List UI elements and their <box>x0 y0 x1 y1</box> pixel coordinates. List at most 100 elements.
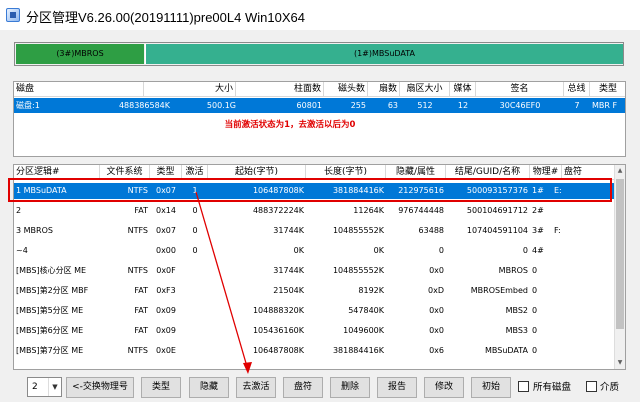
partition-cell-length: 11264K <box>353 206 384 215</box>
col-header-bus[interactable]: 总线 <box>564 82 590 97</box>
title-bar: 分区管理V6.26.00(20191111)pre00L4 Win10X64 <box>0 0 640 30</box>
partition-cell-fs: NTFS <box>127 226 148 235</box>
disk-cell-size-g: 500.1G <box>206 101 236 110</box>
drive-letter-button[interactable]: 盘符 <box>283 377 323 398</box>
partition-cell-phys: 0 <box>532 286 538 295</box>
partition-cell-active: 1 <box>192 186 198 195</box>
col-header-cylinders[interactable]: 柱面数 <box>236 82 324 97</box>
partition-row[interactable]: [MBS]第5分区 ME FAT 0x09 104888320K 547840K 0x0 M… <box>14 303 625 319</box>
partition-cell-end: 0 <box>522 246 528 255</box>
partition-cell-active: 0 <box>192 246 198 255</box>
col-header-size[interactable]: 大小 <box>144 82 236 97</box>
partition-cell-fs <box>100 243 150 259</box>
col-header-partition[interactable]: 分区逻辑# <box>14 165 100 180</box>
col-header-type[interactable]: 类型 <box>590 82 625 97</box>
disk-cell-sector-size: 512 <box>417 101 433 110</box>
type-button[interactable]: 类型 <box>141 377 181 398</box>
partition-row[interactable]: [MBS]第2分区 MBF FAT 0xF3 21504K 8192K 0xD MBROSE… <box>14 283 625 299</box>
media-label: 介质 <box>600 382 620 393</box>
scroll-down-icon[interactable]: ▼ <box>615 357 625 369</box>
all-disks-label: 所有磁盘 <box>533 382 572 393</box>
partition-cell-hidden: 0x0 <box>429 266 444 275</box>
modify-button[interactable]: 修改 <box>424 377 464 398</box>
partition-cell-phys: 2# <box>532 206 544 215</box>
partition-row[interactable]: [MBS]第7分区 ME NTFS 0x0E 106487808K 381884416K… <box>14 343 625 359</box>
disk-cell-name: 磁盘:1 <box>16 101 40 110</box>
col-header-hidden[interactable]: 隐藏/属性 <box>386 165 446 180</box>
partition-segment-mbsudata[interactable]: (1#)MBSuDATA <box>146 44 623 64</box>
partition-cell-length: 0K <box>373 246 384 255</box>
col-header-sector-size[interactable]: 扇区大小 <box>400 82 450 97</box>
partition-cell-hidden: 212975616 <box>398 186 444 195</box>
partition-row[interactable]: [MBS]第6分区 ME FAT 0x09 105436160K 1049600K 0x0… <box>14 323 625 339</box>
partition-cell-length: 104855552K <box>332 266 384 275</box>
col-header-signature[interactable]: 签名 <box>476 82 564 97</box>
partition-cell-fs: NTFS <box>127 346 148 355</box>
partition-scrollbar[interactable]: ▲ ▼ <box>614 165 625 369</box>
col-header-sectors[interactable]: 扇数 <box>368 82 400 97</box>
col-header-disk[interactable]: 磁盘 <box>14 82 144 97</box>
disk-select[interactable]: 2 ▼ <box>27 377 62 397</box>
partition-row[interactable]: 2 FAT 0x14 0 488372224K 11264K 976744448 500104… <box>14 203 625 219</box>
deactivate-button[interactable]: 去激活 <box>236 377 276 398</box>
col-header-ptype[interactable]: 类型 <box>150 165 182 180</box>
hide-button[interactable]: 隐藏 <box>189 377 229 398</box>
col-header-active[interactable]: 激活 <box>182 165 208 180</box>
partition-cell-phys: 0 <box>532 266 538 275</box>
col-header-drive[interactable]: 盘符 <box>562 165 616 180</box>
col-header-end[interactable]: 结尾/GUID/名称 <box>446 165 530 180</box>
partition-cell-drive: E: <box>554 186 562 195</box>
partition-cell-phys: 0 <box>532 326 538 335</box>
partition-cell-length: 547840K <box>348 306 384 315</box>
scroll-up-icon[interactable]: ▲ <box>615 165 625 177</box>
partition-cell-name: 1 MBSuDATA <box>16 186 67 195</box>
annotation-message: 当前激活状态为1，去激活以后为0 <box>224 120 356 130</box>
partition-cell-length: 104855552K <box>332 226 384 235</box>
partition-table-header: 分区逻辑# 文件系统 类型 激活 起始(字节) 长度(字节) 隐藏/属性 结尾/… <box>14 165 625 180</box>
partition-cell-type: 0x0F <box>156 266 176 275</box>
partition-cell-end: MBROS <box>498 266 528 275</box>
partition-cell-name: 3 MBROS <box>16 226 53 235</box>
partition-row[interactable]: 1 MBSuDATA NTFS 0x07 1 106487808K 381884416K 2… <box>14 183 625 199</box>
partition-cell-drive <box>552 303 606 319</box>
col-header-length[interactable]: 长度(字节) <box>306 165 386 180</box>
partition-cell-type: 0x09 <box>155 326 176 335</box>
disk-table-header: 磁盘 大小 柱面数 磁头数 扇数 扇区大小 媒体 签名 总线 类型 <box>14 82 625 97</box>
scroll-thumb[interactable] <box>616 179 624 329</box>
col-header-start[interactable]: 起始(字节) <box>208 165 306 180</box>
disk-cell-size-k: 488386584K <box>118 101 170 110</box>
partition-cell-hidden: 0x0 <box>429 306 444 315</box>
delete-button[interactable]: 删除 <box>330 377 370 398</box>
partition-cell-type: 0xF3 <box>156 286 176 295</box>
col-header-filesystem[interactable]: 文件系统 <box>100 165 150 180</box>
chevron-down-icon[interactable]: ▼ <box>48 378 61 396</box>
partition-cell-end: MBS3 <box>505 326 528 335</box>
partition-segment-mbros[interactable]: (3#)MBROS <box>16 44 147 64</box>
partition-row[interactable]: ~4 0x00 0 0K 0K 0 0 4# <box>14 243 625 259</box>
toolbar: 2 ▼ <-交换物理号 类型 隐藏 去激活 盘符 删除 报告 修改 初始 所有磁… <box>0 376 640 400</box>
all-disks-checkbox[interactable] <box>518 381 529 392</box>
partition-cell-hidden: 976744448 <box>398 206 444 215</box>
partition-cell-start: 105436160K <box>252 326 304 335</box>
col-header-heads[interactable]: 磁头数 <box>324 82 368 97</box>
media-checkbox[interactable] <box>586 381 597 392</box>
disk-row[interactable]: 磁盘:1 488386584K 500.1G 60801 255 63 512 … <box>14 98 625 113</box>
partition-cell-fs: NTFS <box>127 186 148 195</box>
disk-cell-bus: 7 <box>574 101 580 110</box>
partition-cell-start: 0K <box>293 246 304 255</box>
partition-cell-start: 104888320K <box>252 306 304 315</box>
col-header-media[interactable]: 媒体 <box>450 82 476 97</box>
partition-cell-phys: 3# <box>532 226 544 235</box>
partition-cell-start: 31744K <box>273 226 304 235</box>
partition-cell-active: 0 <box>192 206 198 215</box>
window-title: 分区管理V6.26.00(20191111)pre00L4 Win10X64 <box>26 10 305 25</box>
col-header-phys[interactable]: 物理# <box>530 165 562 180</box>
swap-physical-button[interactable]: <-交换物理号 <box>66 377 134 398</box>
partition-cell-type: 0x09 <box>155 306 176 315</box>
partition-cell-name: [MBS]第6分区 ME <box>16 326 84 335</box>
partition-row[interactable]: [MBS]核心分区 ME NTFS 0x0F 31744K 104855552K 0x0 M… <box>14 263 625 279</box>
report-button[interactable]: 报告 <box>377 377 417 398</box>
partition-row[interactable]: 3 MBROS NTFS 0x07 0 31744K 104855552K 63488 107… <box>14 223 625 239</box>
init-button[interactable]: 初始 <box>471 377 511 398</box>
partition-cell-end: MBSuDATA <box>484 346 528 355</box>
